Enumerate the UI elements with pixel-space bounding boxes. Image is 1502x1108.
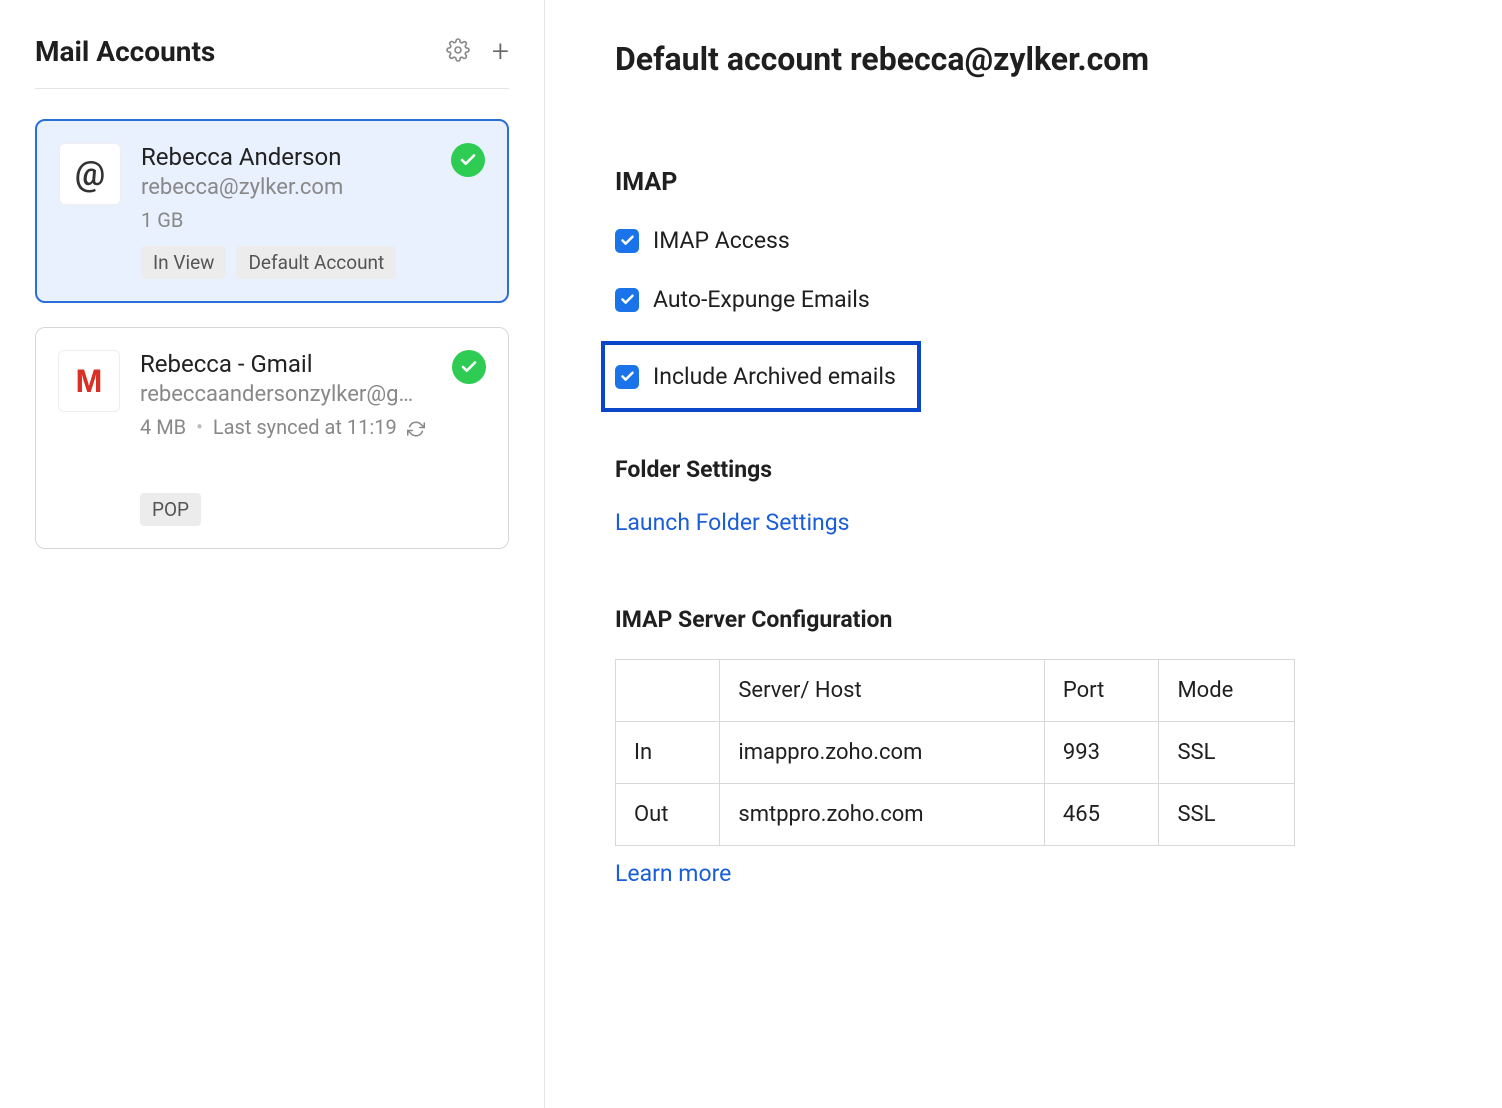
sidebar-title: Mail Accounts	[35, 35, 215, 68]
col-port: Port	[1044, 660, 1159, 722]
include-archived-row: Include Archived emails	[601, 341, 921, 412]
cell-mode: SSL	[1159, 722, 1295, 784]
tag-in-view: In View	[141, 246, 226, 279]
cell-port: 993	[1044, 722, 1159, 784]
gmail-icon: M	[58, 350, 120, 412]
tag-pop: POP	[140, 493, 201, 526]
dot-separator: •	[196, 415, 203, 439]
account-name: Rebecca - Gmail	[140, 350, 432, 378]
imap-access-label: IMAP Access	[653, 227, 790, 254]
auto-expunge-row: Auto-Expunge Emails	[615, 286, 1432, 313]
check-icon	[452, 350, 486, 384]
cell-host: imappro.zoho.com	[720, 722, 1045, 784]
sidebar: Mail Accounts + @ Rebecca Anderson rebec…	[0, 0, 545, 1108]
server-config-table: Server/ Host Port Mode In imappro.zoho.c…	[615, 659, 1295, 846]
plus-icon[interactable]: +	[492, 37, 509, 67]
account-tags: POP	[140, 493, 432, 526]
include-archived-checkbox[interactable]	[615, 365, 639, 389]
account-last-synced: Last synced at 11:19	[213, 415, 397, 439]
main-panel: Default account rebecca@zylker.com IMAP …	[545, 0, 1502, 1108]
auto-expunge-label: Auto-Expunge Emails	[653, 286, 870, 313]
account-size: 1 GB	[141, 208, 431, 232]
sidebar-header: Mail Accounts +	[35, 35, 509, 89]
cell-dir: Out	[616, 784, 720, 846]
account-card-rebecca-gmail[interactable]: M Rebecca - Gmail rebeccaandersonzylker@…	[35, 327, 509, 549]
imap-heading: IMAP	[615, 168, 1432, 197]
tag-default-account: Default Account	[236, 246, 396, 279]
account-card-rebecca-zylker[interactable]: @ Rebecca Anderson rebecca@zylker.com 1 …	[35, 119, 509, 303]
col-blank	[616, 660, 720, 722]
gear-icon[interactable]	[446, 38, 470, 66]
cell-port: 465	[1044, 784, 1159, 846]
account-body: Rebecca Anderson rebecca@zylker.com 1 GB…	[141, 143, 431, 279]
learn-more-link[interactable]: Learn more	[615, 860, 731, 887]
cell-host: smtppro.zoho.com	[720, 784, 1045, 846]
server-config-heading: IMAP Server Configuration	[615, 606, 1432, 633]
cell-dir: In	[616, 722, 720, 784]
account-meta: 4 MB • Last synced at 11:19	[140, 415, 432, 439]
include-archived-label: Include Archived emails	[653, 363, 896, 390]
launch-folder-settings-link[interactable]: Launch Folder Settings	[615, 509, 850, 536]
table-row: Out smtppro.zoho.com 465 SSL	[616, 784, 1295, 846]
account-size: 4 MB	[140, 415, 186, 439]
imap-access-checkbox[interactable]	[615, 229, 639, 253]
auto-expunge-checkbox[interactable]	[615, 288, 639, 312]
check-icon	[451, 143, 485, 177]
page-title: Default account rebecca@zylker.com	[615, 40, 1432, 78]
sidebar-header-icons: +	[446, 37, 509, 67]
cell-mode: SSL	[1159, 784, 1295, 846]
at-icon: @	[59, 143, 121, 205]
refresh-icon[interactable]	[407, 415, 425, 439]
account-body: Rebecca - Gmail rebeccaandersonzylker@g……	[140, 350, 432, 526]
table-row: In imappro.zoho.com 993 SSL	[616, 722, 1295, 784]
account-email: rebeccaandersonzylker@g…	[140, 382, 432, 407]
account-name: Rebecca Anderson	[141, 143, 431, 171]
table-header-row: Server/ Host Port Mode	[616, 660, 1295, 722]
col-host: Server/ Host	[720, 660, 1045, 722]
account-email: rebecca@zylker.com	[141, 175, 431, 200]
account-tags: In View Default Account	[141, 246, 431, 279]
col-mode: Mode	[1159, 660, 1295, 722]
folder-settings-heading: Folder Settings	[615, 456, 1432, 483]
imap-access-row: IMAP Access	[615, 227, 1432, 254]
